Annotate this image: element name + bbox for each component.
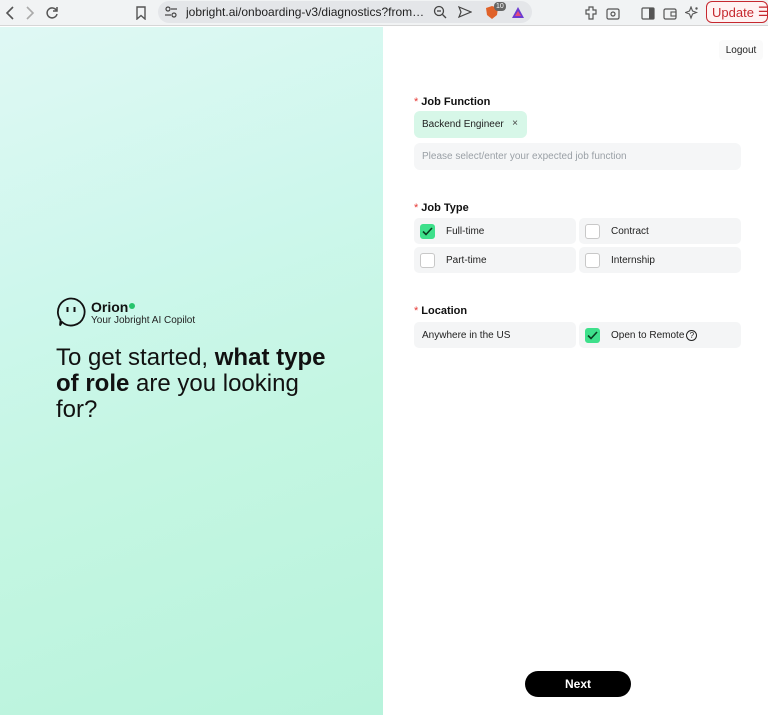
rewards-icon[interactable] [508, 2, 528, 22]
shield-count-badge: 10 [494, 2, 506, 11]
option-label: Full-time [446, 225, 485, 237]
checkbox-icon[interactable] [585, 252, 600, 268]
right-panel: Logout * Job Function Backend Engineer × … [383, 27, 768, 715]
job-type-contract[interactable]: Contract [579, 218, 741, 244]
sidebar-icon[interactable] [638, 3, 658, 23]
location-value: Anywhere in the US [422, 329, 511, 341]
extensions-icon[interactable] [581, 3, 601, 23]
job-function-label: * Job Function [414, 96, 490, 108]
job-type-internship[interactable]: Internship [579, 247, 741, 273]
open-to-remote-label: Open to Remote [611, 329, 685, 341]
required-marker: * [414, 202, 419, 214]
job-type-part-time[interactable]: Part-time [414, 247, 576, 273]
location-label: * Location [414, 305, 467, 317]
option-label: Internship [611, 254, 655, 266]
leo-ai-icon[interactable] [682, 3, 702, 23]
wallet-icon[interactable] [660, 3, 680, 23]
zoom-out-icon[interactable] [430, 2, 450, 22]
job-type-label: * Job Type [414, 202, 469, 214]
online-status-dot [129, 303, 135, 309]
headline-part-1: To get started, [56, 344, 215, 371]
update-button[interactable]: Update ☰ [706, 1, 768, 23]
bookmark-icon[interactable] [131, 3, 151, 23]
job-function-label-text: Job Function [421, 96, 491, 108]
job-type-full-time[interactable]: Full-time [414, 218, 576, 244]
chip-remove-icon[interactable]: × [512, 118, 518, 129]
brand-subtitle: Your Jobright AI Copilot [91, 315, 196, 326]
left-panel: Orion Your Jobright AI Copilot To get st… [0, 27, 383, 715]
chip-label: Backend Engineer [422, 119, 504, 130]
logout-button[interactable]: Logout [719, 40, 763, 60]
send-icon[interactable] [455, 2, 475, 22]
required-marker: * [414, 305, 419, 317]
help-icon[interactable]: ? [686, 329, 698, 341]
brand-name: Orion [91, 299, 129, 315]
location-select[interactable]: Anywhere in the US [414, 322, 576, 348]
open-to-remote-option[interactable]: Open to Remote ? [579, 322, 741, 348]
option-label: Contract [611, 225, 649, 237]
checkbox-checked-icon[interactable] [585, 327, 600, 343]
menu-icon: ☰ [757, 4, 768, 19]
next-button[interactable]: Next [525, 671, 631, 697]
address-bar[interactable]: jobright.ai/onboarding-v3/diagnostics?fr… [158, 1, 532, 23]
headline: To get started, what type of role are yo… [56, 345, 326, 423]
checkbox-checked-icon[interactable] [420, 223, 435, 239]
orion-logo-icon [56, 297, 86, 327]
location-label-text: Location [421, 305, 468, 317]
job-function-input[interactable] [414, 143, 741, 170]
browser-toolbar: jobright.ai/onboarding-v3/diagnostics?fr… [0, 0, 768, 26]
checkbox-icon[interactable] [585, 223, 600, 239]
forward-icon[interactable] [20, 3, 40, 23]
option-label: Part-time [446, 254, 487, 266]
job-function-chip: Backend Engineer × [414, 111, 527, 138]
site-settings-icon[interactable] [161, 2, 181, 22]
reload-icon[interactable] [42, 3, 62, 23]
back-icon[interactable] [0, 3, 20, 23]
checkbox-icon[interactable] [420, 252, 435, 268]
screenshot-icon[interactable] [603, 3, 623, 23]
required-marker: * [414, 96, 419, 108]
job-type-label-text: Job Type [421, 202, 469, 214]
update-label: Update [712, 4, 754, 20]
url-text[interactable]: jobright.ai/onboarding-v3/diagnostics?fr… [186, 5, 426, 19]
